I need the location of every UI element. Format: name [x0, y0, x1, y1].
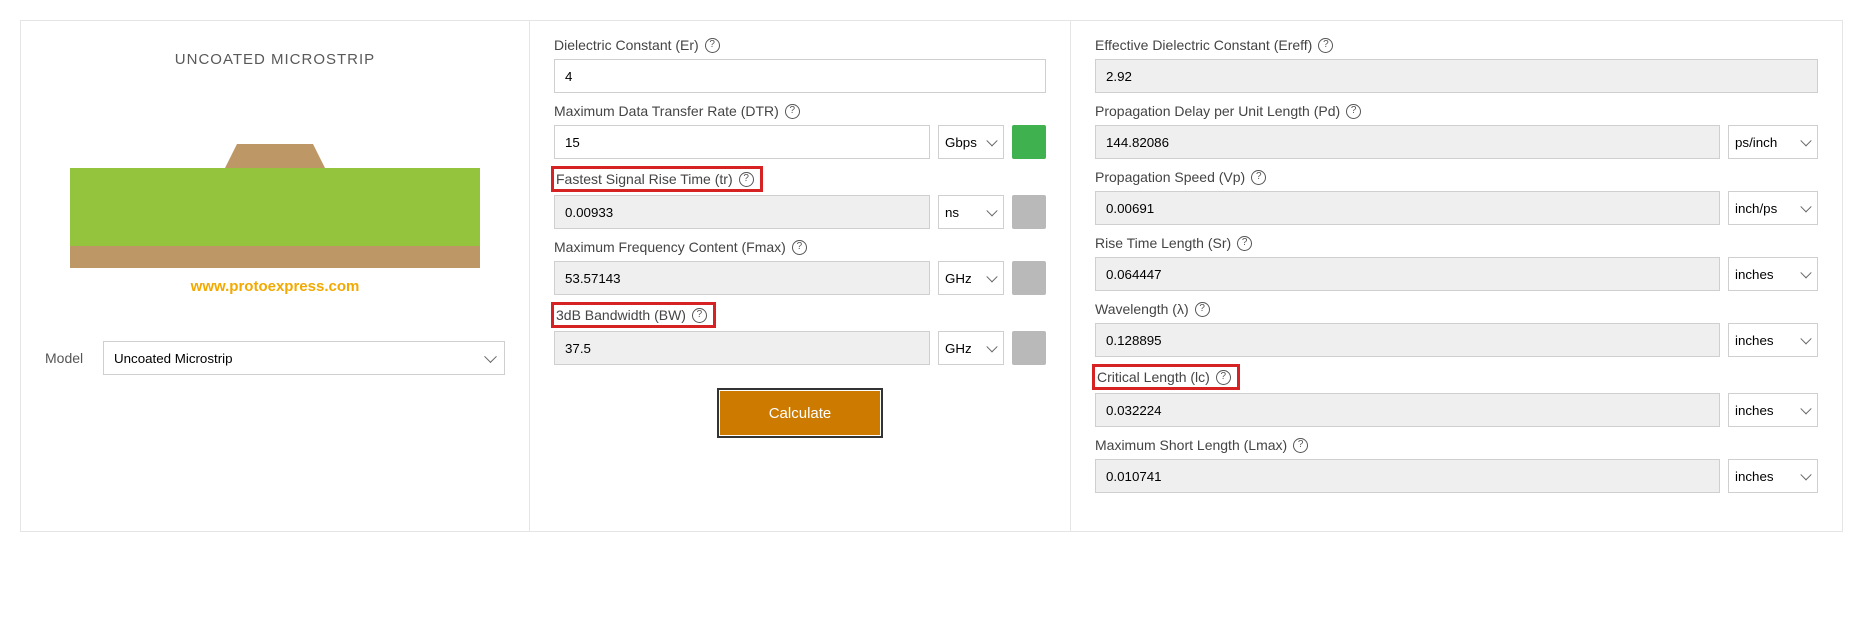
field-sr: Rise Time Length (Sr) ? inches — [1095, 235, 1818, 291]
help-icon[interactable]: ? — [785, 104, 800, 119]
label-fmax: Maximum Frequency Content (Fmax) — [554, 239, 786, 255]
status-tr — [1012, 195, 1046, 229]
field-pd: Propagation Delay per Unit Length (Pd) ?… — [1095, 103, 1818, 159]
unit-pd[interactable]: ps/inch — [1728, 125, 1818, 159]
label-sr: Rise Time Length (Sr) — [1095, 235, 1231, 251]
input-panel: Dielectric Constant (Er) ? Maximum Data … — [530, 20, 1070, 532]
help-icon[interactable]: ? — [1237, 236, 1252, 251]
help-icon[interactable]: ? — [1318, 38, 1333, 53]
label-er: Dielectric Constant (Er) — [554, 37, 699, 53]
field-bw: 3dB Bandwidth (BW) ? GHz — [554, 305, 1046, 365]
field-lc: Critical Length (lc) ? inches — [1095, 367, 1818, 427]
input-bw[interactable] — [554, 331, 930, 365]
model-label: Model — [45, 350, 89, 366]
label-bw: 3dB Bandwidth (BW) — [556, 307, 686, 323]
label-lambda: Wavelength (λ) — [1095, 301, 1189, 317]
field-dtr: Maximum Data Transfer Rate (DTR) ? Gbps — [554, 103, 1046, 159]
unit-lc[interactable]: inches — [1728, 393, 1818, 427]
help-icon[interactable]: ? — [1251, 170, 1266, 185]
help-icon[interactable]: ? — [792, 240, 807, 255]
output-sr — [1095, 257, 1720, 291]
unit-vp[interactable]: inch/ps — [1728, 191, 1818, 225]
label-dtr: Maximum Data Transfer Rate (DTR) — [554, 103, 779, 119]
output-pd — [1095, 125, 1720, 159]
unit-sr[interactable]: inches — [1728, 257, 1818, 291]
input-dtr[interactable] — [554, 125, 930, 159]
label-pd: Propagation Delay per Unit Length (Pd) — [1095, 103, 1340, 119]
unit-bw[interactable]: GHz — [938, 331, 1004, 365]
help-icon[interactable]: ? — [1293, 438, 1308, 453]
help-icon[interactable]: ? — [739, 172, 754, 187]
label-ereff: Effective Dielectric Constant (Ereff) — [1095, 37, 1312, 53]
output-vp — [1095, 191, 1720, 225]
unit-tr[interactable]: ns — [938, 195, 1004, 229]
help-icon[interactable]: ? — [1216, 370, 1231, 385]
diagram-title: UNCOATED MICROSTRIP — [45, 51, 505, 68]
field-ereff: Effective Dielectric Constant (Ereff) ? — [1095, 37, 1818, 93]
field-tr: Fastest Signal Rise Time (tr) ? ns — [554, 169, 1046, 229]
model-panel: UNCOATED MICROSTRIP www.protoexpress.com… — [20, 20, 530, 532]
input-fmax[interactable] — [554, 261, 930, 295]
field-lambda: Wavelength (λ) ? inches — [1095, 301, 1818, 357]
output-lmax — [1095, 459, 1720, 493]
output-lambda — [1095, 323, 1720, 357]
label-tr: Fastest Signal Rise Time (tr) — [556, 171, 733, 187]
unit-lmax[interactable]: inches — [1728, 459, 1818, 493]
input-er[interactable] — [554, 59, 1046, 93]
diagram-ground — [70, 246, 480, 268]
output-panel: Effective Dielectric Constant (Ereff) ? … — [1070, 20, 1843, 532]
unit-fmax[interactable]: GHz — [938, 261, 1004, 295]
status-dtr — [1012, 125, 1046, 159]
help-icon[interactable]: ? — [1195, 302, 1210, 317]
diagram-substrate — [70, 168, 480, 246]
label-lc: Critical Length (lc) — [1097, 369, 1210, 385]
field-fmax: Maximum Frequency Content (Fmax) ? GHz — [554, 239, 1046, 295]
help-icon[interactable]: ? — [1346, 104, 1361, 119]
help-icon[interactable]: ? — [705, 38, 720, 53]
diagram-url: www.protoexpress.com — [45, 278, 505, 295]
help-icon[interactable]: ? — [692, 308, 707, 323]
output-ereff — [1095, 59, 1818, 93]
unit-lambda[interactable]: inches — [1728, 323, 1818, 357]
field-er: Dielectric Constant (Er) ? — [554, 37, 1046, 93]
input-tr[interactable] — [554, 195, 930, 229]
field-lmax: Maximum Short Length (Lmax) ? inches — [1095, 437, 1818, 493]
calculate-button[interactable]: Calculate — [720, 391, 880, 435]
model-select[interactable]: Uncoated Microstrip — [103, 341, 505, 375]
diagram-trace — [225, 144, 325, 168]
status-bw — [1012, 331, 1046, 365]
unit-dtr[interactable]: Gbps — [938, 125, 1004, 159]
label-lmax: Maximum Short Length (Lmax) — [1095, 437, 1287, 453]
label-vp: Propagation Speed (Vp) — [1095, 169, 1245, 185]
output-lc — [1095, 393, 1720, 427]
status-fmax — [1012, 261, 1046, 295]
microstrip-diagram — [70, 108, 480, 268]
field-vp: Propagation Speed (Vp) ? inch/ps — [1095, 169, 1818, 225]
calculator-layout: UNCOATED MICROSTRIP www.protoexpress.com… — [20, 20, 1843, 532]
